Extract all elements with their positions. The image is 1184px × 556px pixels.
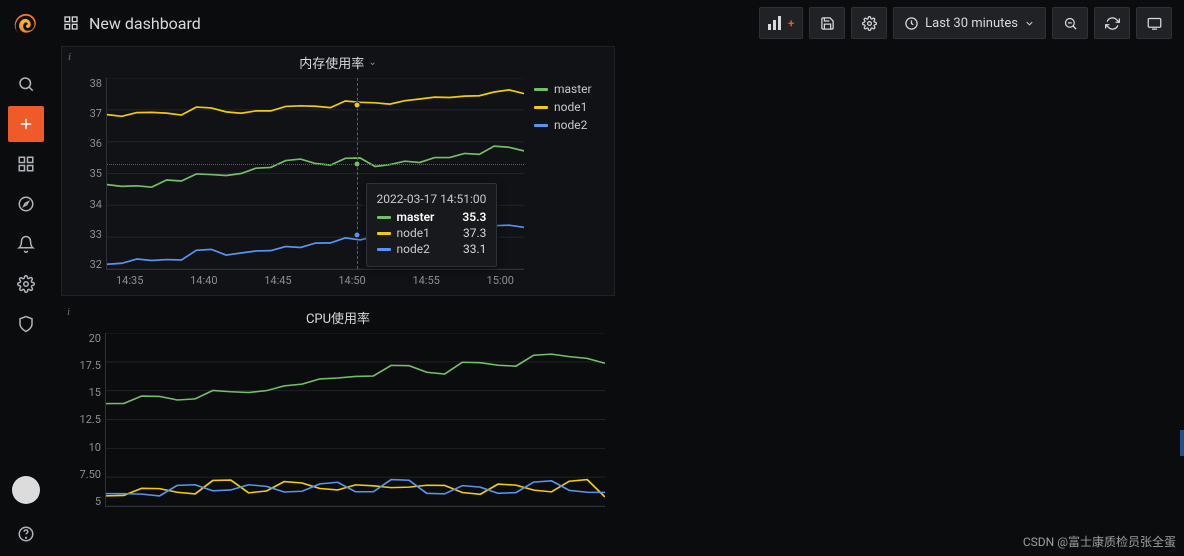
- clock-icon: [904, 16, 919, 31]
- chart-memory[interactable]: 38373635343332 2022-03-17 14:51:00 maste…: [72, 78, 524, 290]
- time-range-label: Last 30 minutes: [925, 16, 1018, 31]
- time-range-picker[interactable]: Last 30 minutes: [893, 7, 1046, 39]
- panel-title: 内存使用率: [299, 53, 364, 72]
- add-panel-button[interactable]: +: [759, 7, 803, 39]
- explore-icon[interactable]: [8, 186, 44, 222]
- info-icon[interactable]: i: [67, 306, 70, 318]
- y-axis: 38373635343332: [72, 78, 102, 270]
- legend-item[interactable]: node2: [534, 118, 604, 132]
- refresh-button[interactable]: [1094, 7, 1130, 39]
- plus-icon[interactable]: [8, 106, 44, 142]
- legend-item[interactable]: node1: [534, 100, 604, 114]
- chevron-down-icon: [1024, 18, 1035, 29]
- help-icon[interactable]: [8, 516, 44, 552]
- dashboards-icon[interactable]: [8, 146, 44, 182]
- watermark: CSDN @富士康质检员张全蛋: [1023, 533, 1176, 550]
- search-icon[interactable]: [8, 66, 44, 102]
- cycle-view-button[interactable]: [1136, 7, 1172, 39]
- save-button[interactable]: [809, 7, 845, 39]
- grafana-logo-icon[interactable]: [11, 12, 41, 42]
- chevron-down-icon: ⌄: [368, 57, 376, 68]
- alerting-icon[interactable]: [8, 226, 44, 262]
- y-axis: 2017.51512.5107.505: [71, 333, 101, 507]
- legend: master node1 node2: [524, 78, 604, 290]
- shield-icon[interactable]: [8, 306, 44, 342]
- x-axis: [105, 511, 605, 527]
- sidebar: [0, 0, 51, 556]
- scroll-indicator: [1180, 430, 1184, 456]
- panel-cpu-usage: i CPU使用率 2017.51512.5107.505: [61, 302, 615, 532]
- topbar: New dashboard + Last 30 minutes: [51, 0, 1184, 46]
- main-content: New dashboard + Last 30 minutes i 内存使用率 …: [51, 0, 1184, 556]
- dashboard-grid-icon: [63, 15, 79, 31]
- panel-title-row[interactable]: CPU使用率: [61, 302, 615, 327]
- chart-cpu[interactable]: 2017.51512.5107.505: [71, 333, 605, 527]
- panel-title: CPU使用率: [306, 308, 370, 327]
- x-axis: 14:3514:4014:4514:5014:5515:00: [106, 274, 524, 290]
- info-icon[interactable]: i: [68, 51, 71, 63]
- panel-title-row[interactable]: 内存使用率 ⌄: [62, 47, 614, 72]
- page-title[interactable]: New dashboard: [89, 14, 201, 33]
- legend-item[interactable]: master: [534, 82, 604, 96]
- zoom-out-button[interactable]: [1052, 7, 1088, 39]
- avatar[interactable]: [12, 476, 40, 504]
- configuration-icon[interactable]: [8, 266, 44, 302]
- settings-button[interactable]: [851, 7, 887, 39]
- panel-memory-usage: i 内存使用率 ⌄ 38373635343332: [61, 46, 615, 296]
